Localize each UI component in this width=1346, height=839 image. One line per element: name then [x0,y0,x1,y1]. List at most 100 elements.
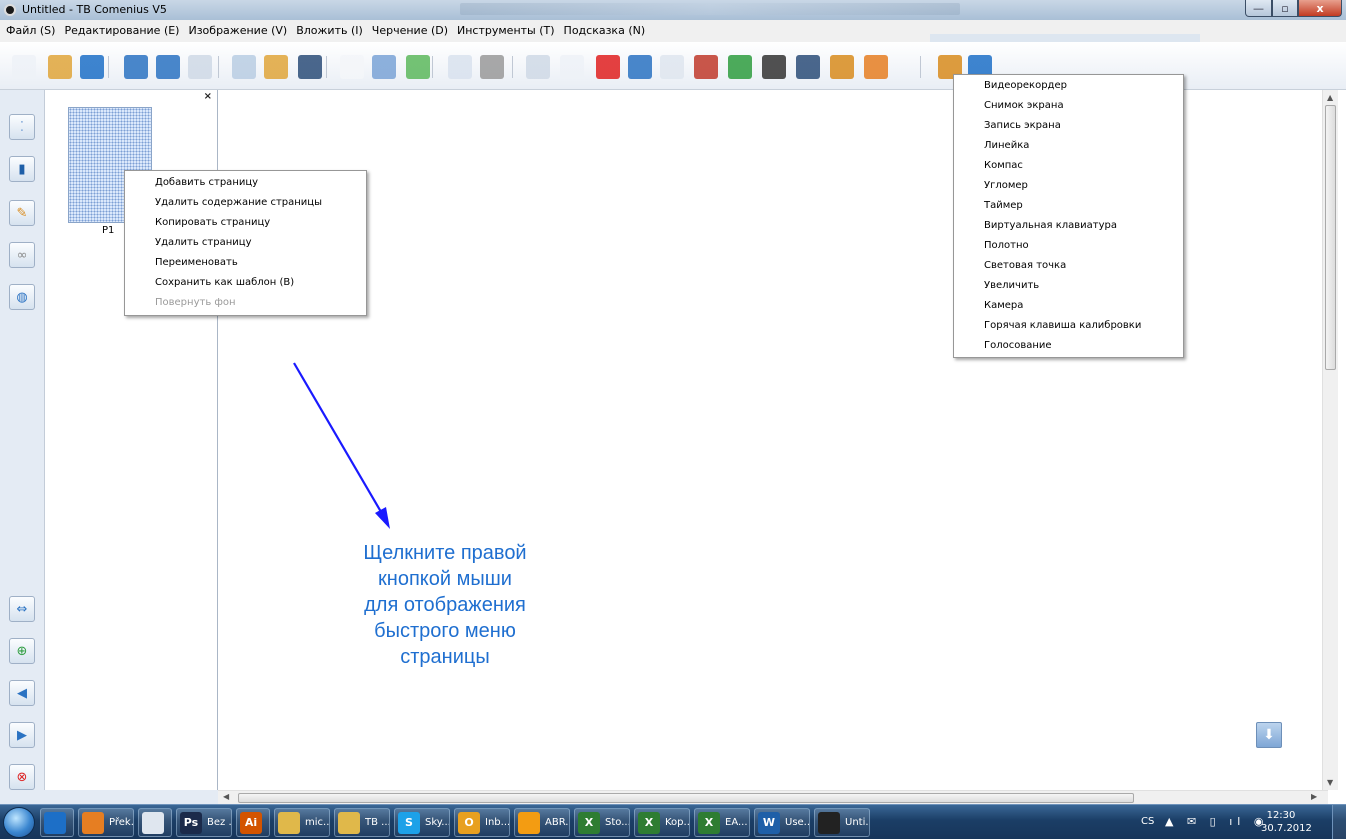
book-icon[interactable]: ▮ [9,156,35,182]
taskbar-button[interactable]: Ps Bez ... [176,808,232,837]
zoom-icon[interactable] [188,55,212,79]
forward-icon[interactable] [156,55,180,79]
hand-icon[interactable] [560,55,584,79]
tools-menu-item[interactable]: Угломер [954,176,1183,196]
page-menu-item[interactable]: Сохранить как шаблон (B) [125,273,366,293]
palette-icon[interactable] [830,55,854,79]
page-menu-item[interactable]: Добавить страницу [125,173,366,193]
menu-item[interactable]: Инструменты (T) [457,24,555,37]
delete-page-icon[interactable]: ⊗ [9,764,35,790]
add-page-icon[interactable]: ⊕ [9,638,35,664]
page-menu-item[interactable]: Копировать страницу [125,213,366,233]
taskbar-button[interactable] [138,808,172,837]
taskbar-button[interactable]: X EA... [694,808,750,837]
show-desktop-button[interactable] [1332,805,1346,839]
page-view-icon[interactable]: ⁚ [9,114,35,140]
globe-icon[interactable]: ◍ [9,284,35,310]
copy-icon[interactable] [264,55,288,79]
tools-menu-item[interactable]: Компас [954,156,1183,176]
window-title: Untitled - TB Comenius V5 [22,3,167,16]
tools-menu-item[interactable]: Горячая клавиша калибровки [954,316,1183,336]
tools-menu-item[interactable]: Камера [954,296,1183,316]
scroll-up-icon[interactable]: ▲ [1327,93,1333,102]
pen-icon[interactable] [480,55,504,79]
scroll-left-icon[interactable]: ◀ [223,792,229,801]
angle-icon[interactable] [628,55,652,79]
taskbar-button[interactable]: Ai [236,808,270,837]
paste-icon[interactable] [232,55,256,79]
outlook-icon: O [458,811,480,834]
menu-item[interactable]: Редактирование (E) [64,24,179,37]
start-button[interactable] [3,807,35,838]
next-page-icon[interactable]: ▶ [9,722,35,748]
language-indicator[interactable]: CS [1141,816,1154,827]
annotation-line: страницы [400,646,490,668]
whiteboard-icon[interactable] [448,55,472,79]
eraser-icon[interactable] [762,55,786,79]
text-icon[interactable] [660,55,684,79]
pointer-icon[interactable] [372,55,396,79]
taskbar-button[interactable]: mic... [274,808,330,837]
panel-close-icon[interactable]: × [204,91,212,102]
new-file-icon[interactable] [12,55,36,79]
highlighter-icon[interactable] [694,55,718,79]
back-icon[interactable] [124,55,148,79]
page-menu-item[interactable]: Удалить содержание страницы [125,193,366,213]
taskbar-button[interactable]: O Inb... [454,808,510,837]
horizontal-scrollbar[interactable]: ◀ ▶ [218,790,1328,804]
vertical-scrollbar[interactable]: ▲ ▼ [1322,90,1338,790]
clock[interactable]: 12:30 30.7.2012 [1261,809,1312,835]
camera-icon[interactable] [796,55,820,79]
tools-menu-item[interactable]: Видеорекордер [954,76,1183,96]
page-menu-item[interactable]: Удалить страницу [125,233,366,253]
taskbar-button[interactable]: S Sky... [394,808,450,837]
taskbar-button[interactable]: X Kop... [634,808,690,837]
tools-menu-item[interactable]: Голосование [954,336,1183,356]
page-menu-item[interactable]: Переименовать [125,253,366,273]
previous-page-icon[interactable]: ◀ [9,680,35,706]
taskbar-button[interactable]: Přek... [78,808,134,837]
maximize-button[interactable]: ▫ [1272,0,1298,17]
tray-icons[interactable]: ▲ ✉ ▯ ıl ◉ [1165,815,1268,828]
taskbar-button[interactable]: Unti... [814,808,870,837]
delete-icon[interactable] [298,55,322,79]
minimize-button[interactable]: — [1245,0,1272,17]
line-icon[interactable] [526,55,550,79]
illustrator-icon: Ai [240,811,262,834]
menu-item[interactable]: Изображение (V) [188,24,287,37]
horizontal-scroll-thumb[interactable] [238,793,1134,803]
tools-menu-item[interactable]: Таймер [954,196,1183,216]
scroll-page-down-button[interactable]: ⬇ [1256,722,1282,748]
tools-menu-item[interactable]: Виртуальная клавиатура [954,216,1183,236]
taskbar-button[interactable]: X Sto... [574,808,630,837]
taskbar-button[interactable] [40,808,74,837]
tools-menu-item[interactable]: Полотно [954,236,1183,256]
menu-item[interactable]: Черчение (D) [372,24,448,37]
tools-menu-item[interactable]: Линейка [954,136,1183,156]
taskbar-button-label: Use... [785,817,809,828]
tools-icon[interactable]: ✎ [9,200,35,226]
scroll-down-icon[interactable]: ▼ [1327,778,1333,787]
menu-item[interactable]: Подсказка (N) [564,24,646,37]
taskbar-button[interactable]: W Use... [754,808,810,837]
image-icon[interactable] [728,55,752,79]
tools-menu-item[interactable]: Снимок экрана [954,96,1183,116]
swap-arrows-icon[interactable]: ⇔ [9,596,35,622]
scroll-right-icon[interactable]: ▶ [1311,792,1317,801]
chart-icon[interactable] [864,55,888,79]
close-button[interactable]: x [1298,0,1342,17]
taskbar-button[interactable]: ABR... [514,808,570,837]
tools-menu-item[interactable]: Увеличить [954,276,1183,296]
marker-icon[interactable] [596,55,620,79]
link-icon[interactable]: ∞ [9,242,35,268]
save-icon[interactable] [80,55,104,79]
vertical-scroll-thumb[interactable] [1325,105,1336,370]
tools-menu-item[interactable]: Световая точка [954,256,1183,276]
taskbar-button[interactable]: TB ... [334,808,390,837]
menu-item[interactable]: Файл (S) [6,24,55,37]
menu-item[interactable]: Вложить (I) [296,24,363,37]
tools-menu-item[interactable]: Запись экрана [954,116,1183,136]
open-folder-icon[interactable] [48,55,72,79]
select-area-icon[interactable] [340,55,364,79]
add-icon[interactable] [406,55,430,79]
